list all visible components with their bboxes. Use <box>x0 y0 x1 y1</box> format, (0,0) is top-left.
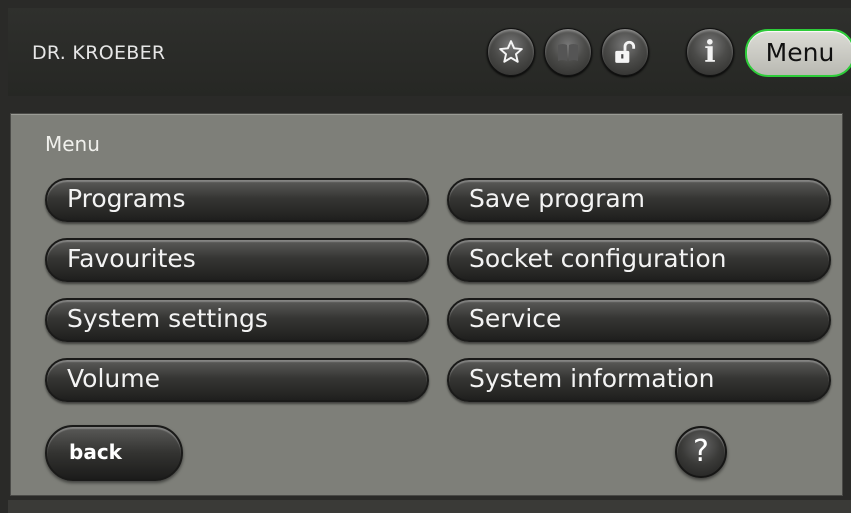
menu-item-system-information[interactable]: System information <box>447 358 831 402</box>
info-icon: i <box>704 34 716 70</box>
bottom-strip <box>8 500 851 513</box>
lock-button[interactable] <box>601 28 649 76</box>
star-icon <box>499 40 523 63</box>
device-name: DR. KROEBER <box>32 42 166 64</box>
menu-item-save-program[interactable]: Save program <box>447 178 831 222</box>
menu-panel: Menu Programs Favourites System settings… <box>10 113 843 496</box>
menu-item-volume[interactable]: Volume <box>45 358 429 402</box>
menu-item-socket-configuration[interactable]: Socket configuration <box>447 238 831 282</box>
menu-item-programs[interactable]: Programs <box>45 178 429 222</box>
menu-item-favourites[interactable]: Favourites <box>45 238 429 282</box>
book-button[interactable] <box>544 28 592 76</box>
top-bar: DR. KROEBER i Menu <box>8 8 851 96</box>
book-icon <box>558 44 578 61</box>
back-button[interactable]: back <box>45 425 183 481</box>
panel-title: Menu <box>45 132 100 156</box>
menu-item-system-settings[interactable]: System settings <box>45 298 429 342</box>
unlock-icon <box>615 40 636 63</box>
help-button[interactable]: ? <box>675 426 727 478</box>
info-button[interactable]: i <box>686 28 734 76</box>
menu-button[interactable]: Menu <box>745 29 851 77</box>
favourite-button[interactable] <box>487 28 535 76</box>
menu-item-service[interactable]: Service <box>447 298 831 342</box>
